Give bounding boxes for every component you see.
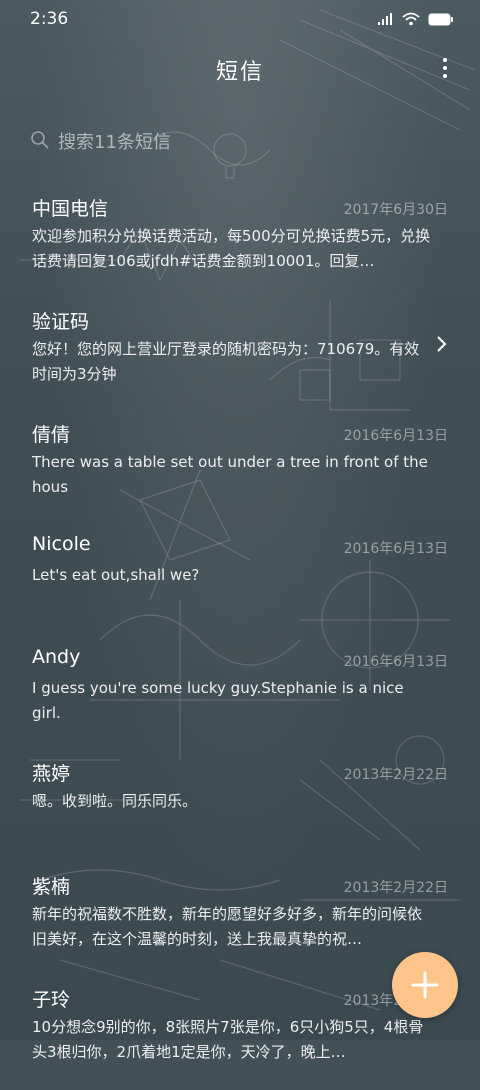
conversation-item[interactable]: 燕婷 2013年2月22日 嗯。收到啦。同乐同乐。 [0, 751, 480, 864]
page-title: 短信 [215, 60, 264, 85]
conversation-item[interactable]: Andy 2016年6月13日 I guess you're some luck… [0, 638, 480, 751]
conversation-item[interactable]: 倩倩 2016年6月13日 There was a table set out … [0, 412, 480, 525]
contact-name: 子玲 [32, 989, 71, 1011]
message-date: 2017年6月30日 [343, 202, 448, 218]
contact-name: 倩倩 [32, 424, 71, 446]
contact-name: 验证码 [32, 311, 90, 333]
conversation-item[interactable]: 验证码 您好！您的网上营业厅登录的随机密码为：710679。有效时间为3分钟 [0, 299, 480, 412]
conversation-list: 中国电信 2017年6月30日 欢迎参加积分兑换话费活动，每500分可兑换话费5… [0, 186, 480, 1090]
message-preview: 您好！您的网上营业厅登录的随机密码为：710679。有效时间为3分钟 [32, 340, 420, 383]
message-date: 2013年2月22日 [343, 767, 448, 783]
message-preview: There was a table set out under a tree i… [32, 453, 428, 496]
battery-icon [428, 13, 453, 25]
signal-icon [378, 13, 392, 25]
message-preview: 10分想念9别的你，8张照片7张是你，6只小狗5只，4根骨头3根归你，2爪着地1… [32, 1018, 424, 1061]
conversation-item[interactable]: Nicole 2016年6月13日 Let's eat out,shall we… [0, 525, 480, 638]
search-input[interactable]: 搜索11条短信 [24, 122, 454, 158]
app-bar: 短信 [0, 48, 480, 92]
more-vertical-icon [443, 58, 447, 62]
message-date: 2016年6月13日 [343, 541, 448, 557]
message-date: 2013年2月22日 [343, 880, 448, 896]
contact-name: 紫楠 [32, 876, 71, 898]
message-preview: 欢迎参加积分兑换话费活动，每500分可兑换话费5元，兑换话费请回复106或jfd… [32, 227, 431, 270]
contact-name: 燕婷 [32, 763, 71, 785]
message-preview: I guess you're some lucky guy.Stephanie … [32, 679, 404, 722]
message-preview: 新年的祝福数不胜数，新年的愿望好多好多，新年的问候依旧美好，在这个温馨的时刻，送… [32, 905, 423, 948]
wifi-icon [402, 12, 420, 26]
message-date: 2016年6月13日 [343, 654, 448, 670]
search-icon [31, 131, 49, 149]
status-icons [378, 12, 454, 26]
message-date: 2016年6月13日 [343, 428, 448, 444]
search-placeholder: 搜索11条短信 [58, 132, 171, 153]
new-message-button[interactable] [392, 952, 458, 1018]
contact-name: Andy [32, 646, 81, 668]
status-bar: 2:36 [0, 0, 480, 40]
message-preview: Let's eat out,shall we? [32, 566, 200, 584]
message-preview: 嗯。收到啦。同乐同乐。 [32, 792, 198, 810]
conversation-item[interactable]: 中国电信 2017年6月30日 欢迎参加积分兑换话费活动，每500分可兑换话费5… [0, 186, 480, 299]
more-options-button[interactable] [440, 58, 450, 82]
plus-icon [411, 971, 439, 999]
status-time: 2:36 [30, 9, 69, 29]
contact-name: 中国电信 [32, 198, 109, 220]
contact-name: Nicole [32, 533, 91, 555]
chevron-right-icon [437, 336, 447, 352]
